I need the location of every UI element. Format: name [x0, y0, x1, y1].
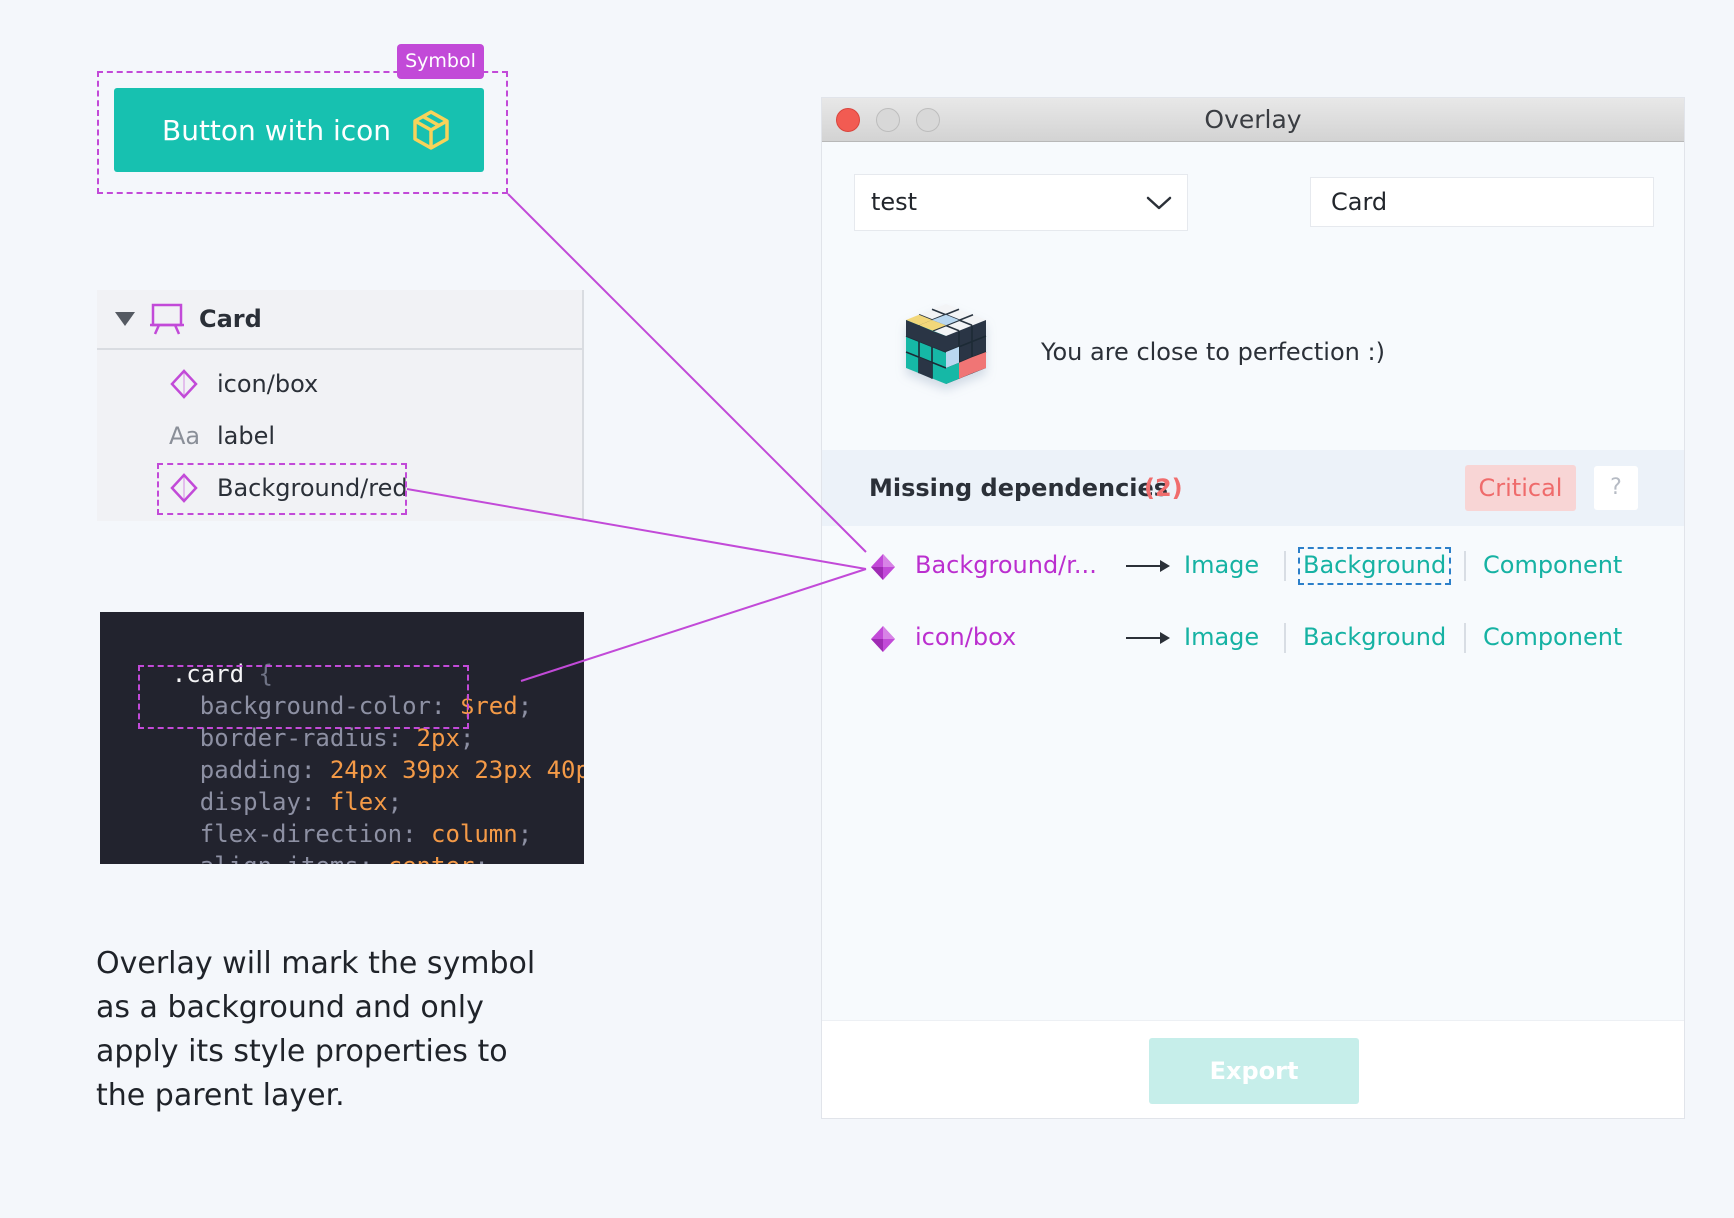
select-value: test	[871, 188, 918, 216]
overlay-window: Overlay test Card You are close to perfe…	[822, 98, 1684, 1118]
collapse-caret-icon[interactable]	[115, 312, 135, 326]
css-code-panel: .card { background-color: $red; border-r…	[100, 612, 584, 864]
help-button[interactable]: ?	[1594, 466, 1638, 510]
layer-item-icon-box[interactable]: icon/box	[169, 360, 318, 408]
option-image[interactable]: Image	[1184, 551, 1259, 579]
option-background[interactable]: Background	[1303, 623, 1446, 651]
button-label: Button with icon	[162, 113, 392, 147]
artboard-icon	[150, 303, 184, 335]
symbol-gem-icon	[871, 554, 895, 580]
dependency-row: Background/r... Image Background Compone…	[822, 541, 1684, 591]
option-component[interactable]: Component	[1483, 551, 1622, 579]
arrow-right-icon	[1126, 560, 1170, 572]
code-line: align-items: center;	[142, 818, 489, 864]
layer-item-label: label	[217, 422, 276, 450]
component-name-input[interactable]: Card	[1310, 177, 1654, 227]
dependency-name[interactable]: Background/r...	[915, 551, 1097, 579]
layer-group-row[interactable]: Card	[97, 290, 582, 350]
export-button[interactable]: Export	[1149, 1038, 1359, 1104]
option-separator	[1464, 623, 1466, 653]
layer-item-label-text[interactable]: Aa label	[169, 412, 275, 460]
window-title: Overlay	[1204, 105, 1302, 134]
box-icon	[413, 110, 449, 150]
rubik-cube-illustration	[905, 304, 987, 384]
option-component[interactable]: Component	[1483, 623, 1622, 651]
symbol-tag: Symbol	[397, 44, 484, 79]
status-message: You are close to perfection :)	[1041, 338, 1385, 366]
page-select[interactable]: test	[854, 174, 1188, 231]
option-image[interactable]: Image	[1184, 623, 1259, 651]
chevron-down-icon	[1146, 196, 1172, 210]
selected-option-frame	[1298, 547, 1451, 585]
severity-badge: Critical	[1465, 465, 1576, 511]
symbol-gem-icon	[871, 626, 895, 652]
dependency-name[interactable]: icon/box	[915, 623, 1016, 651]
arrow-right-icon	[1126, 632, 1170, 644]
description-text: Overlay will mark the symbol as a backgr…	[96, 946, 536, 1113]
layer-item-label: icon/box	[217, 370, 319, 398]
window-titlebar[interactable]: Overlay	[822, 98, 1684, 142]
dependencies-title: Missing dependencies	[869, 474, 1169, 502]
layer-group-name: Card	[199, 305, 262, 333]
code-highlight-frame	[138, 665, 469, 729]
dependency-row: icon/box Image Background Component	[822, 613, 1684, 663]
dependencies-count: (2)	[1144, 474, 1183, 502]
option-separator	[1284, 551, 1286, 581]
button-with-icon[interactable]: Button with icon	[114, 88, 484, 172]
text-aa-icon: Aa	[169, 422, 201, 450]
option-separator	[1464, 551, 1466, 581]
layer-highlight-frame	[157, 463, 407, 515]
symbol-diamond-icon	[170, 369, 198, 399]
option-separator	[1284, 623, 1286, 653]
